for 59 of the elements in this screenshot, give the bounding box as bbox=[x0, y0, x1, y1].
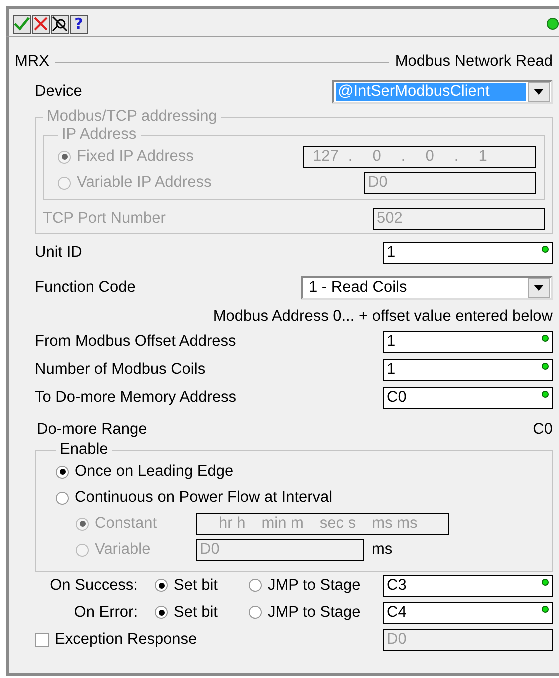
field-label: On Error: bbox=[73, 604, 139, 622]
option-label: Set bit bbox=[174, 576, 218, 594]
tools-button[interactable] bbox=[51, 14, 69, 34]
field-label: TCP Port Number bbox=[43, 210, 166, 228]
input-field[interactable]: 1 bbox=[383, 331, 553, 353]
group-legend: Enable bbox=[56, 441, 112, 459]
group-legend: Modbus/TCP addressing bbox=[43, 108, 222, 126]
option-label: Once on Leading Edge bbox=[75, 463, 234, 481]
unit-label: sec s bbox=[320, 515, 356, 533]
checkbox[interactable] bbox=[35, 632, 49, 646]
input-field[interactable]: C3 bbox=[383, 574, 553, 596]
field-label: Unit ID bbox=[35, 244, 82, 262]
close-icon bbox=[34, 17, 48, 31]
option-label: Variable IP Address bbox=[77, 174, 212, 192]
input-field[interactable]: C0 bbox=[383, 387, 553, 409]
instruction-title: Modbus Network Read bbox=[395, 53, 553, 71]
range-value: C0 bbox=[533, 421, 553, 439]
option-label: JMP to Stage bbox=[268, 604, 361, 622]
option-label: JMP to Stage bbox=[268, 576, 361, 594]
input-field[interactable]: C4 bbox=[383, 602, 553, 624]
field-label: On Success: bbox=[49, 576, 139, 594]
unit-label: ms bbox=[372, 541, 393, 559]
field-label: Number of Modbus Coils bbox=[35, 361, 206, 379]
field-label: From Modbus Offset Address bbox=[35, 333, 236, 351]
caret-icon bbox=[534, 89, 544, 95]
instruction-mnemonic: MRX bbox=[15, 53, 50, 71]
checkmark-icon bbox=[14, 17, 30, 31]
option-label: Variable bbox=[95, 541, 151, 559]
radio-button[interactable] bbox=[56, 492, 69, 504]
option-label: Fixed IP Address bbox=[77, 148, 194, 166]
radio-button[interactable] bbox=[155, 606, 168, 619]
option-label: Set bit bbox=[174, 604, 218, 622]
option-label: Continuous on Power Flow at Interval bbox=[75, 489, 333, 507]
dropdown-button[interactable] bbox=[528, 82, 550, 102]
input-field[interactable]: 1 bbox=[383, 359, 553, 381]
tools-icon bbox=[52, 16, 68, 32]
input-field[interactable]: 1 bbox=[383, 242, 553, 264]
accept-button[interactable] bbox=[13, 14, 31, 34]
option-label: Constant bbox=[95, 515, 158, 533]
unit-label: min m bbox=[262, 515, 304, 533]
help-button[interactable]: ? bbox=[70, 14, 88, 34]
checkbox-label: Exception Response bbox=[55, 630, 198, 648]
radio-button[interactable] bbox=[249, 606, 262, 619]
dropdown-button[interactable] bbox=[528, 278, 550, 298]
field-label: Device bbox=[35, 83, 82, 101]
function-code-dropdown[interactable]: 1 - Read Coils bbox=[301, 276, 553, 300]
field-label: Do-more Range bbox=[37, 421, 148, 439]
cancel-button[interactable] bbox=[32, 14, 50, 34]
field-label: Function Code bbox=[35, 279, 136, 297]
field-label: To Do-more Memory Address bbox=[35, 389, 237, 407]
caret-icon bbox=[534, 285, 544, 291]
unit-label: hr h bbox=[219, 515, 246, 533]
radio-button[interactable] bbox=[249, 579, 262, 592]
radio-button[interactable] bbox=[56, 466, 69, 478]
dropdown-value: @IntSerModbusClient bbox=[336, 83, 526, 101]
radio-button[interactable] bbox=[155, 579, 168, 592]
group-legend: IP Address bbox=[58, 126, 141, 144]
unit-label: ms ms bbox=[372, 515, 418, 533]
address-note: Modbus Address 0... + offset value entered below bbox=[213, 308, 553, 325]
